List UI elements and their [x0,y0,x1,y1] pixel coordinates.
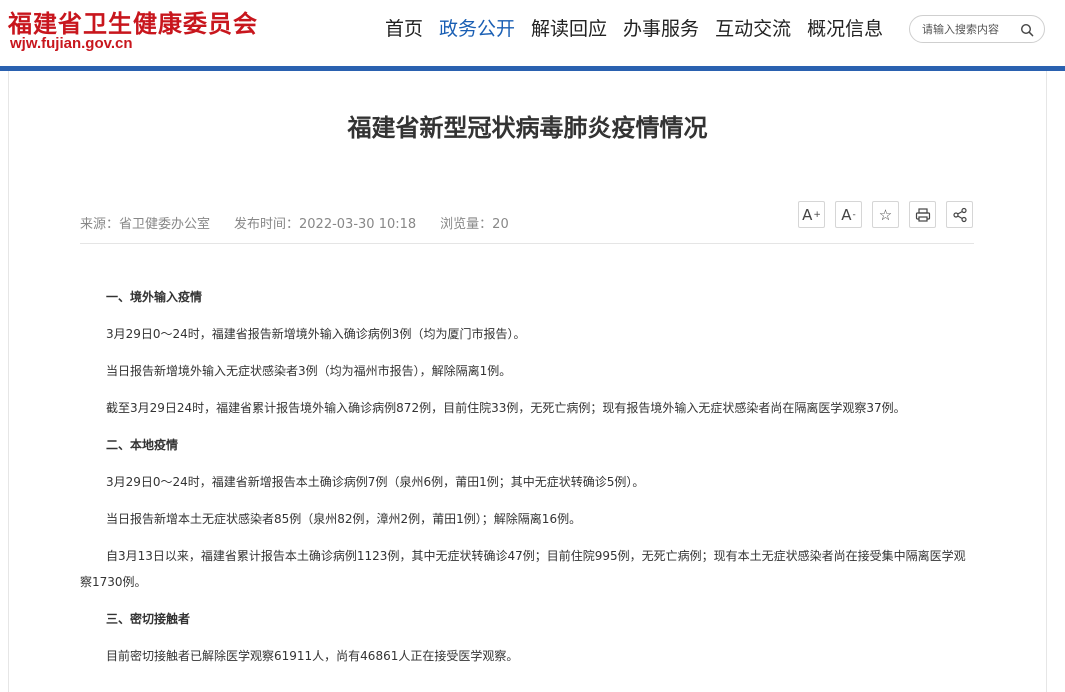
share-icon[interactable] [946,201,973,228]
nav-item-overview[interactable]: 概况信息 [799,14,891,44]
section-heading-contacts: 三、密切接触者 [106,612,191,626]
font-decrease-label: A [841,205,852,224]
star-glyph: ☆ [878,205,893,224]
site-url: wjw.fujian.gov.cn [10,35,133,52]
article-body: 一、境外输入疫情 3月29日0～24时，福建省报告新增境外输入确诊病例3例（均为… [80,284,974,669]
article-source: 来源：省卫健委办公室 [80,217,211,232]
article-paragraph: 当日报告新增本土无症状感染者85例（泉州82例，漳州2例，莆田1例）；解除隔离1… [106,512,582,526]
search-box [909,15,1045,43]
article-paragraph: 目前密切接触者已解除医学观察61911人，尚有46861人正在接受医学观察。 [106,649,519,663]
section-heading-imported: 一、境外输入疫情 [106,290,203,304]
search-input[interactable] [922,20,1018,38]
nav-item-services[interactable]: 办事服务 [615,14,707,44]
site-header: 福建省卫生健康委员会 wjw.fujian.gov.cn 首页 政务公开 解读回… [0,0,1065,68]
content-frame-left [8,71,9,692]
article-paragraph: 3月29日0～24时，福建省报告新增境外输入确诊病例3例（均为厦门市报告）。 [106,327,526,341]
article-paragraph: 自3月13日以来，福建省累计报告本土确诊病例1123例，其中无症状转确诊47例；… [80,549,966,589]
nav-item-interaction[interactable]: 互动交流 [707,14,799,44]
font-decrease-sign: - [852,209,856,220]
font-increase-label: A [802,205,813,224]
content-frame-right [1046,71,1047,692]
article-title: 福建省新型冠状病毒肺炎疫情情况 [347,114,708,143]
nav-item-home[interactable]: 首页 [377,14,431,44]
header-divider [0,66,1065,71]
star-icon[interactable]: ☆ [872,201,899,228]
article-publish-time: 发布时间：2022-03-30 10:18 [234,217,417,232]
meta-divider [80,243,974,244]
main-nav: 首页 政务公开 解读回应 办事服务 互动交流 概况信息 [377,14,891,44]
article-toolbar: A + A- ☆ [798,201,973,228]
site-logo[interactable]: 福建省卫生健康委员会 [8,4,258,39]
nav-item-interpretation[interactable]: 解读回应 [523,14,615,44]
search-icon[interactable] [1020,22,1034,37]
article-paragraph: 3月29日0～24时，福建省新增报告本土确诊病例7例（泉州6例，莆田1例；其中无… [106,475,645,489]
article-views: 浏览量：20 [440,217,509,232]
section-heading-local: 二、本地疫情 [106,438,179,452]
print-icon[interactable] [909,201,936,228]
article-meta: 来源：省卫健委办公室 发布时间：2022-03-30 10:18 浏览量：20 [80,213,533,232]
nav-item-government-affairs[interactable]: 政务公开 [431,14,523,44]
font-decrease-icon[interactable]: A- [835,201,862,228]
font-increase-icon[interactable]: A + [798,201,825,228]
font-increase-sign: + [813,209,821,220]
article-paragraph: 当日报告新增境外输入无症状感染者3例（均为福州市报告），解除隔离1例。 [106,364,512,378]
article-paragraph: 截至3月29日24时，福建省累计报告境外输入确诊病例872例，目前住院33例，无… [106,401,906,415]
